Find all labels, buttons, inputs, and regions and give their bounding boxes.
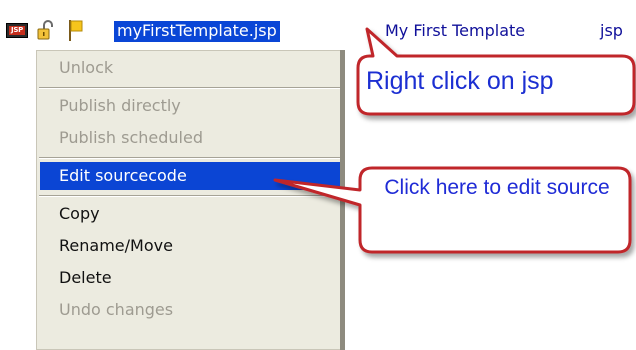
callout-layer <box>273 27 636 254</box>
edit-source-callout-text: Click here to edit source <box>384 176 610 199</box>
right-click-callout-text: Right click on jsp <box>366 67 554 95</box>
